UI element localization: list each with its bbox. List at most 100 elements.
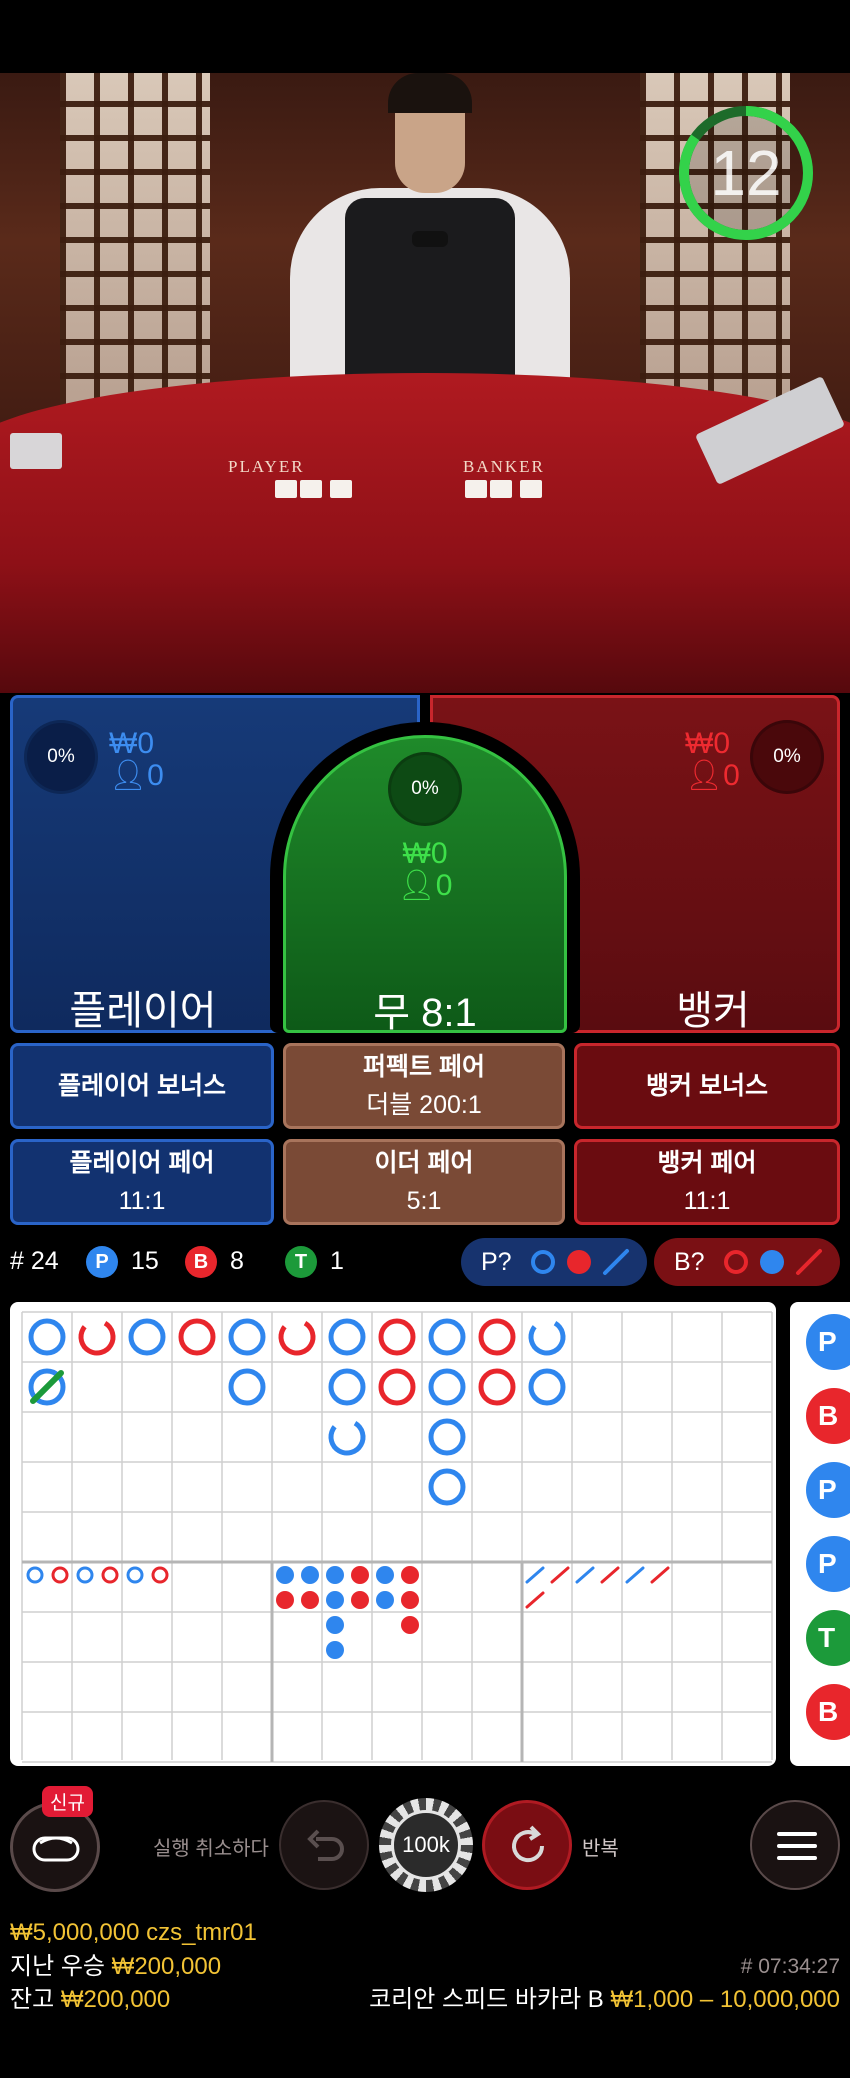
card: [275, 480, 297, 498]
perfect-pair-payout: 더블 200:1: [366, 1091, 482, 1119]
either-pair-bet[interactable]: 이더 페어 5:1: [283, 1139, 565, 1225]
undo-icon: [307, 1829, 344, 1861]
tie-stat-icon: T: [285, 1246, 317, 1279]
banker-pair-bet[interactable]: 뱅커 페어 11:1: [574, 1139, 840, 1225]
big-eye-mark: [151, 1566, 169, 1584]
cockroach-mark: [625, 1566, 645, 1584]
player-pair-title: 플레이어 페어: [69, 1149, 215, 1177]
predict-icons: [531, 1249, 629, 1275]
player-user-count: 0: [147, 759, 164, 792]
small-road-mark: [401, 1566, 419, 1584]
card: [300, 480, 322, 498]
small-road-mark: [326, 1641, 344, 1659]
big-road-mark: [528, 1368, 566, 1406]
chip-value: 100k: [391, 1810, 461, 1880]
side-road-mark: B: [806, 1684, 850, 1740]
user-icon: 👤︎: [109, 759, 148, 792]
banker-bonus-bet[interactable]: 뱅커 보너스: [574, 1043, 840, 1129]
user-icon: 👤︎: [397, 869, 436, 902]
player-label: 플레이어: [69, 989, 217, 1033]
bet-limits: ₩1,000 – 10,000,000: [610, 1986, 840, 2013]
chip-selector[interactable]: 100k: [379, 1798, 473, 1892]
tie-bet-area[interactable]: 0% ₩0 👤︎0 무 8:1: [283, 735, 567, 1035]
side-road-mark: B: [806, 1388, 850, 1444]
banker-stat-count: 8: [229, 1247, 244, 1275]
banker-percent: 0%: [753, 723, 821, 791]
predict-icons: [724, 1249, 822, 1275]
undo-button[interactable]: [279, 1800, 369, 1890]
banker-amount: ₩0: [685, 727, 730, 760]
banker-pair-title: 뱅커 페어: [657, 1149, 757, 1177]
discard-tray: [10, 433, 62, 469]
small-road-mark: [376, 1591, 394, 1609]
round-id: # 07:34:27: [740, 1955, 840, 1978]
small-road-mark: [401, 1591, 419, 1609]
banker-stat-icon: B: [185, 1246, 217, 1279]
big-road-mark: [278, 1318, 316, 1356]
tie-count-row: 👤︎0: [286, 870, 564, 902]
tie-amount: ₩0: [402, 837, 448, 870]
player-count-row: 👤︎0: [109, 760, 164, 792]
cockroach-mark: [525, 1566, 545, 1584]
player-stat-icon: P: [86, 1246, 118, 1279]
big-eye-mark: [51, 1566, 69, 1584]
banker-stat: B 8: [185, 1244, 244, 1279]
side-road-mark: P: [806, 1536, 850, 1592]
balance: 잔고 ₩200,000: [10, 1985, 170, 2015]
table-info: 코리안 스피드 바카라 B ₩1,000 – 10,000,000: [369, 1985, 840, 2015]
cockroach-mark: [525, 1591, 545, 1609]
table-name: 코리안 스피드 바카라 B: [369, 1986, 604, 2013]
big-road-mark: [378, 1368, 416, 1406]
perfect-pair-bet[interactable]: 퍼펙트 페어 더블 200:1: [283, 1043, 565, 1129]
small-road-mark: [326, 1616, 344, 1634]
big-road-mark: [428, 1468, 466, 1506]
side-road-mark: P: [806, 1462, 850, 1518]
repeat-icon: [512, 1825, 545, 1863]
big-eye-mark: [76, 1566, 94, 1584]
tie-percent: 0%: [391, 755, 459, 823]
either-pair-payout: 5:1: [406, 1187, 442, 1215]
big-road-mark: [428, 1418, 466, 1456]
lattice-panel-left: [60, 73, 210, 413]
small-road-mark: [301, 1591, 319, 1609]
tie-stake: ₩0 👤︎0: [286, 838, 564, 902]
player-pair-bet[interactable]: 플레이어 페어 11:1: [10, 1139, 274, 1225]
big-road-mark: [428, 1318, 466, 1356]
tie-stat: T 1: [285, 1244, 344, 1279]
small-road-mark: [351, 1566, 369, 1584]
big-road-mark: [478, 1318, 516, 1356]
player-bonus-bet[interactable]: 플레이어 보너스: [10, 1043, 274, 1129]
big-road-mark: [78, 1318, 116, 1356]
roadmap-board[interactable]: [10, 1302, 776, 1766]
banker-predict-button[interactable]: B?: [654, 1238, 840, 1286]
big-road-mark: [378, 1318, 416, 1356]
lobby-icon: [32, 1836, 80, 1862]
round-count: # 24: [10, 1247, 59, 1275]
balance-value: ₩200,000: [60, 1986, 171, 2013]
banker-stake: ₩0 👤︎0: [685, 728, 740, 792]
small-road-mark: [326, 1591, 344, 1609]
roadmap-side-panel[interactable]: PBPPTB: [790, 1302, 850, 1766]
big-road-mark: [428, 1368, 466, 1406]
big-road-mark: [128, 1318, 166, 1356]
menu-button[interactable]: [750, 1800, 840, 1890]
big-eye-mark: [126, 1566, 144, 1584]
player-stake: ₩0 👤︎0: [109, 728, 164, 792]
table-label-banker: BANKER: [463, 457, 545, 476]
player-predict-label: P?: [481, 1248, 512, 1276]
card: [465, 480, 487, 498]
big-road-mark: [328, 1318, 366, 1356]
player-predict-button[interactable]: P?: [461, 1238, 647, 1286]
repeat-button[interactable]: [482, 1800, 572, 1890]
hamburger-icon: [777, 1832, 817, 1860]
repeat-label: 반복: [582, 1838, 619, 1860]
undo-label: 실행 취소하다: [153, 1838, 269, 1860]
big-road-mark: [478, 1368, 516, 1406]
big-road-mark: [28, 1318, 66, 1356]
tie-label: 무 8:1: [373, 991, 477, 1035]
cockroach-mark: [550, 1566, 570, 1584]
small-road-mark: [276, 1566, 294, 1584]
new-badge: 신규: [42, 1786, 93, 1817]
tie-stat-count: 1: [329, 1247, 344, 1275]
account-info: ₩5,000,000 czs_tmr01: [10, 1919, 257, 1946]
